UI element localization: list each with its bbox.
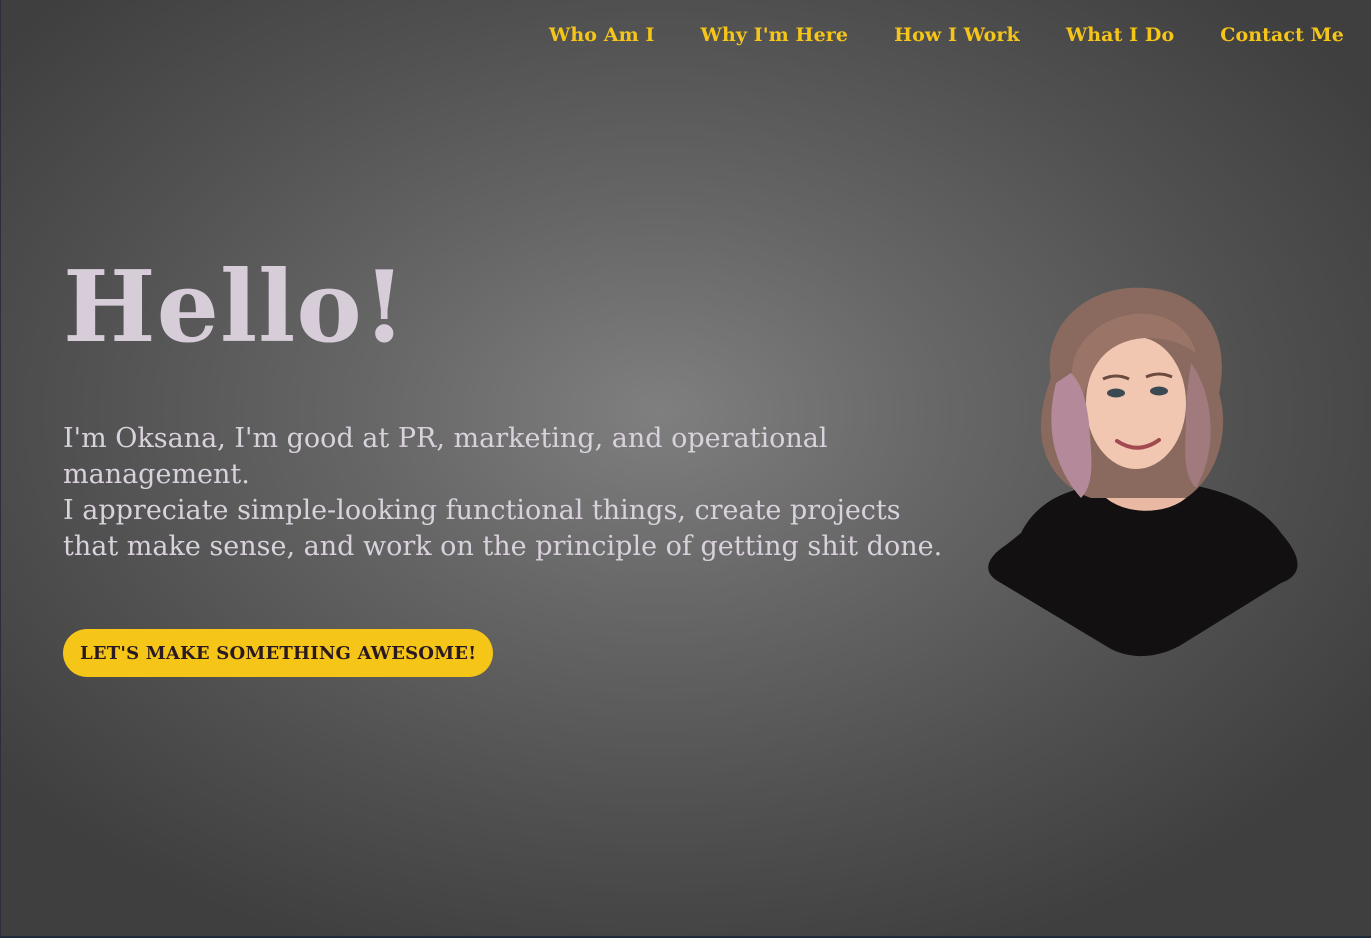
hero-intro: I'm Oksana, I'm good at PR, marketing, a… — [63, 421, 943, 565]
landing-page: Who Am I Why I'm Here How I Work What I … — [0, 0, 1371, 938]
profile-portrait — [988, 287, 1298, 657]
hero-title: Hello! — [63, 250, 407, 365]
main-nav: Who Am I Why I'm Here How I Work What I … — [549, 24, 1344, 46]
nav-why-im-here[interactable]: Why I'm Here — [701, 24, 849, 46]
portrait-eye-right — [1150, 386, 1168, 396]
nav-what-i-do[interactable]: What I Do — [1066, 24, 1174, 46]
nav-who-am-i[interactable]: Who Am I — [549, 24, 655, 46]
cta-button[interactable]: LET'S MAKE SOMETHING AWESOME! — [63, 629, 494, 677]
nav-how-i-work[interactable]: How I Work — [894, 24, 1020, 46]
nav-contact-me[interactable]: Contact Me — [1220, 24, 1344, 46]
portrait-eye-left — [1107, 388, 1125, 398]
hero-intro-line-2: I appreciate simple-looking functional t… — [63, 495, 943, 562]
hero-intro-line-1: I'm Oksana, I'm good at PR, marketing, a… — [63, 423, 828, 490]
